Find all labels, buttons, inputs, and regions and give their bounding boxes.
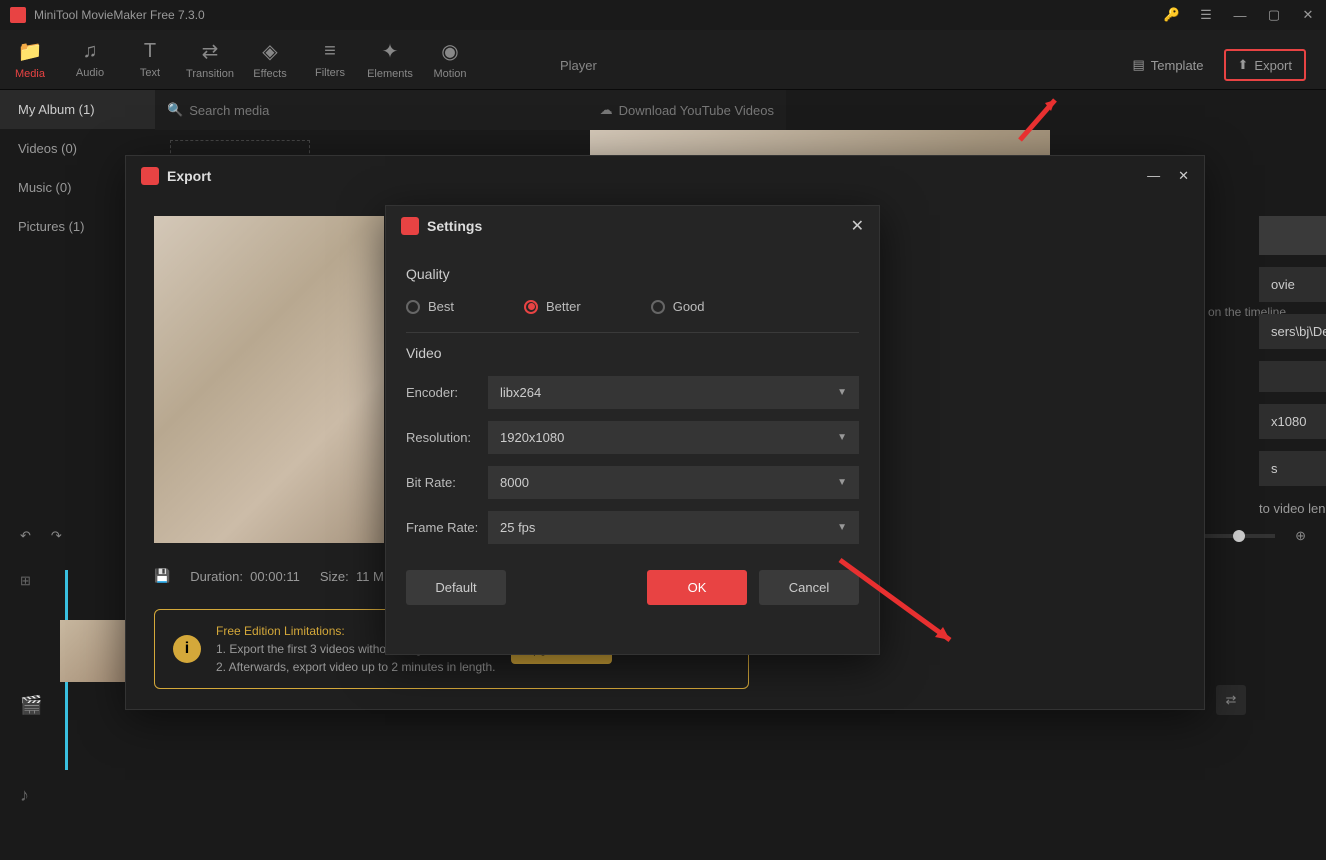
chevron-down-icon: ▼	[837, 387, 847, 398]
export-preview-thumbnail	[154, 216, 384, 543]
motion-icon: ◉	[441, 39, 458, 64]
transition-tool[interactable]: ⇄Transition	[180, 35, 240, 84]
upload-icon: ⬆	[1238, 57, 1249, 73]
maximize-icon[interactable]: ▢	[1266, 7, 1282, 23]
effects-icon: ◈	[262, 39, 277, 64]
export-resolution-select[interactable]: x1080▼	[1259, 404, 1326, 439]
annotation-arrow-2	[835, 555, 965, 655]
media-tool[interactable]: 📁Media	[0, 35, 60, 84]
media-header: 🔍 Search media ☁ Download YouTube Videos	[155, 90, 786, 130]
default-button[interactable]: Default	[406, 570, 506, 605]
text-tool[interactable]: TText	[120, 35, 180, 84]
limitation-line2: 2. Afterwards, export video up to 2 minu…	[216, 658, 496, 676]
quality-good-radio[interactable]: Good	[651, 299, 705, 314]
download-icon: ☁	[600, 102, 613, 118]
framerate-select[interactable]: 25 fps▼	[488, 511, 859, 544]
elements-tool[interactable]: ✦Elements	[360, 35, 420, 84]
elements-icon: ✦	[382, 39, 399, 64]
settings-logo-icon	[401, 217, 419, 235]
search-icon: 🔍	[167, 102, 183, 118]
menu-icon[interactable]: ☰	[1198, 7, 1214, 23]
transition-icon: ⇄	[202, 39, 219, 64]
undo-button[interactable]: ↶	[20, 528, 31, 544]
save-icon: 💾	[154, 568, 170, 584]
close-icon[interactable]: ✕	[1300, 7, 1316, 23]
encoder-label: Encoder:	[406, 385, 488, 400]
export-format-select[interactable]: ▼	[1259, 361, 1326, 392]
quality-better-radio[interactable]: Better	[524, 299, 581, 314]
search-input[interactable]: 🔍 Search media	[167, 102, 269, 118]
player-header: Player ▤ Template ⬆ Export	[540, 40, 1326, 90]
video-length-text: to video length	[1259, 501, 1326, 516]
add-track-button[interactable]: ⊞	[20, 573, 31, 589]
sidebar-myalbum[interactable]: My Album (1)	[0, 90, 155, 129]
export-close-button[interactable]: ✕	[1178, 168, 1189, 184]
bitrate-label: Bit Rate:	[406, 475, 488, 490]
chevron-down-icon: ▼	[837, 432, 847, 443]
encoder-select[interactable]: libx264▼	[488, 376, 859, 409]
export-button-top[interactable]: ⬆ Export	[1224, 49, 1306, 81]
key-icon[interactable]: 🔑	[1164, 7, 1180, 23]
template-button[interactable]: ▤ Template	[1132, 57, 1203, 73]
download-youtube-button[interactable]: ☁ Download YouTube Videos	[600, 102, 774, 118]
player-label: Player	[560, 58, 597, 73]
export-minimize-button[interactable]: —	[1147, 168, 1160, 184]
bitrate-select[interactable]: 8000▼	[488, 466, 859, 499]
resolution-select[interactable]: 1920x1080▼	[488, 421, 859, 454]
resolution-label: Resolution:	[406, 430, 488, 445]
effects-tool[interactable]: ◈Effects	[240, 35, 300, 84]
export-name-input[interactable]: ovie	[1259, 267, 1326, 302]
chevron-down-icon: ▼	[837, 477, 847, 488]
audio-tool[interactable]: ♫Audio	[60, 35, 120, 84]
filters-icon: ≡	[324, 40, 336, 63]
annotation-arrow-1	[1005, 95, 1065, 155]
template-icon: ▤	[1132, 57, 1144, 73]
ok-button[interactable]: OK	[647, 570, 747, 605]
video-section-label: Video	[406, 345, 859, 361]
framerate-label: Frame Rate:	[406, 520, 488, 535]
titlebar: MiniTool MovieMaker Free 7.3.0 🔑 ☰ — ▢ ✕	[0, 0, 1326, 30]
text-icon: T	[144, 40, 156, 63]
filters-tool[interactable]: ≡Filters	[300, 35, 360, 84]
export-logo-icon	[141, 167, 159, 185]
app-logo-icon	[10, 7, 26, 23]
minimize-icon[interactable]: —	[1232, 7, 1248, 23]
settings-title: Settings	[427, 218, 482, 234]
export-fps-select[interactable]: s▼	[1259, 451, 1326, 486]
quality-best-radio[interactable]: Best	[406, 299, 454, 314]
music-icon: ♫	[83, 40, 98, 63]
redo-button[interactable]: ↷	[51, 528, 62, 544]
quality-section-label: Quality	[406, 266, 859, 282]
video-track-icon: 🎬	[20, 695, 42, 716]
folder-icon: 📁	[18, 39, 43, 64]
settings-close-button[interactable]: ✕	[851, 216, 864, 236]
chevron-down-icon: ▼	[837, 522, 847, 533]
export-tab-pc[interactable]	[1259, 216, 1326, 255]
audio-track-icon: ♪	[20, 785, 29, 806]
motion-tool[interactable]: ◉Motion	[420, 35, 480, 84]
info-icon: i	[173, 635, 201, 663]
swap-button[interactable]: ⇄	[1216, 685, 1246, 715]
export-dialog-title: Export	[167, 168, 211, 184]
app-title: MiniTool MovieMaker Free 7.3.0	[34, 8, 205, 22]
export-path-input[interactable]: sers\bj\Desktop\My Movie.mp4	[1259, 314, 1326, 349]
settings-dialog: Settings ✕ Quality Best Better Good Vide…	[385, 205, 880, 655]
